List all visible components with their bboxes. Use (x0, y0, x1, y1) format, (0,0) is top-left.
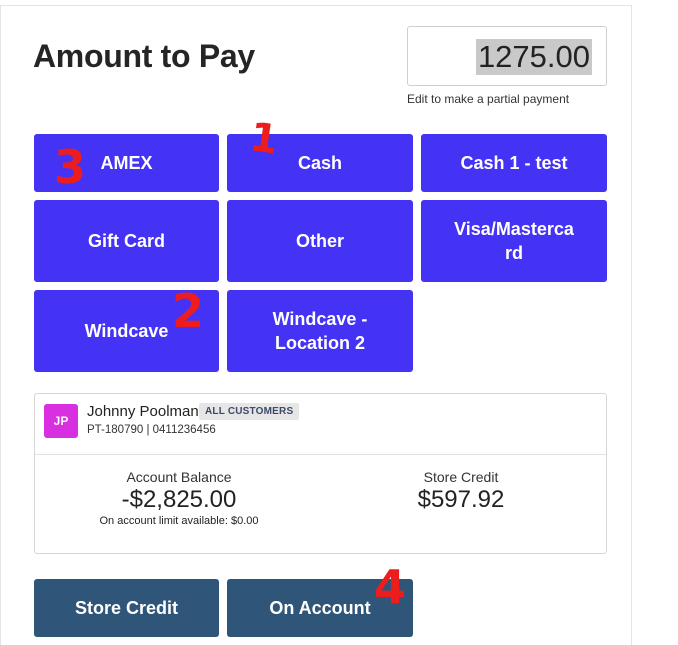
pay-windcave-button[interactable]: Windcave (34, 290, 219, 372)
amount-input[interactable]: 1275.00 (407, 26, 607, 86)
page-title: Amount to Pay (33, 38, 255, 74)
account-balance-label: Account Balance (126, 469, 232, 485)
customer-name: Johnny Poolman (87, 403, 199, 420)
pay-cash-1-test-button[interactable]: Cash 1 - test (421, 134, 607, 192)
divider (35, 454, 606, 455)
account-balance-value: -$2,825.00 (121, 486, 237, 513)
customer-group-badge: ALL CUSTOMERS (199, 403, 300, 420)
amount-value[interactable]: 1275.00 (475, 39, 592, 75)
store-credit-label: Store Credit (423, 469, 499, 485)
pay-windcave-location-2-button[interactable]: Windcave - Location 2 (227, 290, 413, 372)
pay-other-button[interactable]: Other (227, 200, 413, 282)
pay-cash-button[interactable]: Cash (227, 134, 413, 192)
customer-card: JP Johnny Poolman ALL CUSTOMERS PT-18079… (34, 393, 607, 554)
store-credit-button[interactable]: Store Credit (34, 579, 219, 637)
on-account-button[interactable]: On Account (227, 579, 413, 637)
pay-amex-button[interactable]: AMEX (34, 134, 219, 192)
store-credit-value: $597.92 (417, 486, 505, 513)
pay-visa-mastercard-button[interactable]: Visa/Masterca rd (421, 200, 607, 282)
account-limit-note: On account limit available: $0.00 (99, 515, 259, 527)
pay-gift-card-button[interactable]: Gift Card (34, 200, 219, 282)
avatar: JP (44, 404, 78, 438)
amount-hint: Edit to make a partial payment (407, 92, 570, 106)
customer-details: PT-180790 | 0411236456 (87, 424, 216, 436)
